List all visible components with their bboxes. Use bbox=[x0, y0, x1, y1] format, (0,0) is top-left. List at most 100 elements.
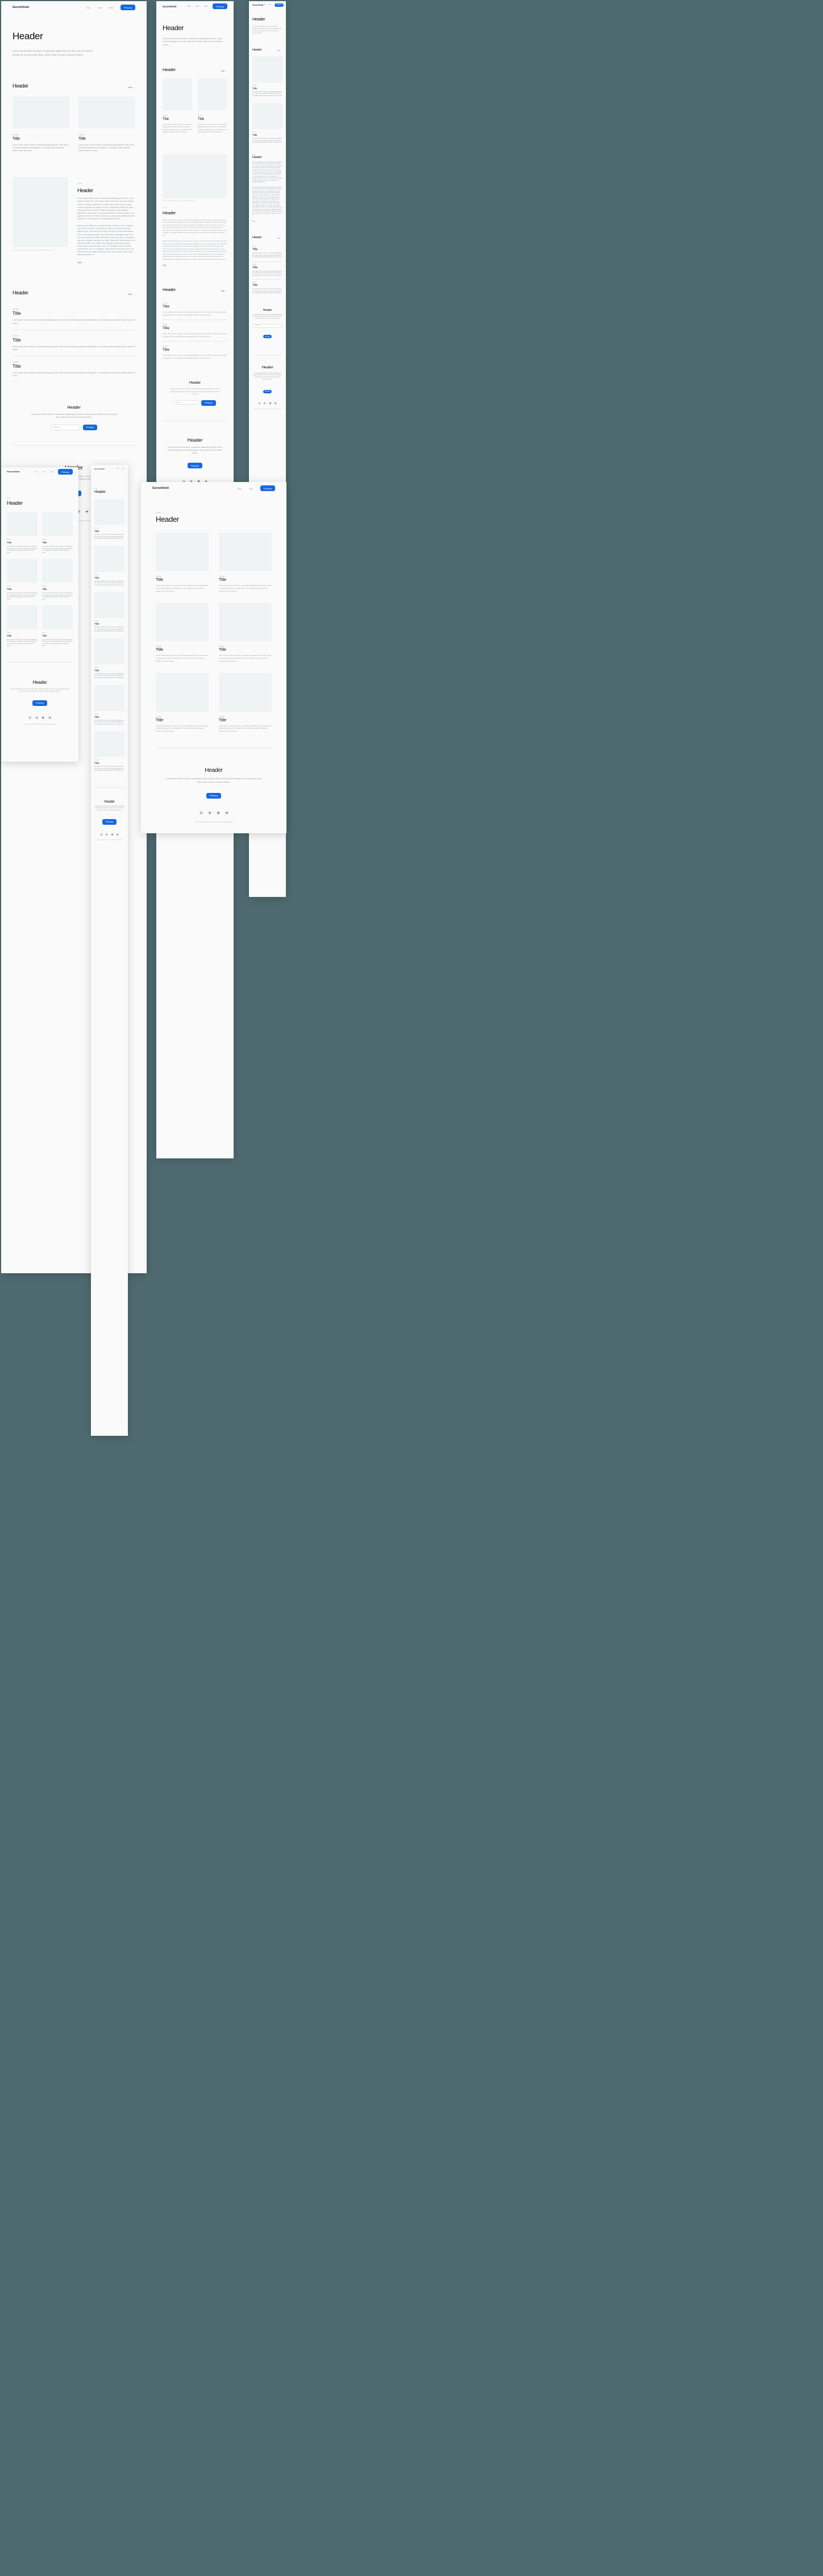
cta-button[interactable]: Primary bbox=[263, 389, 272, 393]
gallery-item[interactable]: Details Title Lorem ipsum dolor sit amet, … bbox=[94, 638, 124, 680]
cards-section-link-label: Text bbox=[128, 86, 132, 89]
nav-link-2[interactable]: Nav bbox=[43, 471, 46, 473]
brand-logo[interactable]: Gorzeliński bbox=[163, 5, 177, 8]
newsletter-submit-button[interactable]: Primary bbox=[201, 400, 216, 406]
list-section-link[interactable]: Text → bbox=[128, 293, 135, 296]
gallery-item[interactable]: Details Title Lorem ipsum dolor sit amet, … bbox=[42, 512, 73, 554]
newsletter-input[interactable]: Subtext bbox=[174, 400, 199, 405]
list-item[interactable]: Details Title Lorem ipsum dolor sit amet… bbox=[13, 304, 135, 329]
card-item[interactable]: Details Title Lorem ipsum dolor sit amet… bbox=[198, 78, 227, 134]
brand-logo[interactable]: Gorzeliński bbox=[152, 487, 169, 490]
gallery-item[interactable]: Details Title Lorem ipsum dolor sit amet, … bbox=[94, 731, 124, 772]
youtube-icon[interactable] bbox=[116, 833, 119, 836]
list-item[interactable]: Details Title Lorem ipsum dolor sit amet… bbox=[163, 298, 227, 319]
instagram-icon[interactable] bbox=[198, 811, 203, 816]
newsletter-input[interactable]: Subtext bbox=[252, 323, 282, 328]
card-item[interactable]: Details Title Lorem ipsum dolor sit amet… bbox=[163, 78, 192, 134]
gallery-item[interactable]: Details Title Lorem ipsum dolor sit amet, … bbox=[94, 545, 124, 587]
pinterest-icon[interactable] bbox=[215, 811, 221, 816]
gallery-item[interactable]: Details Title Lorem ipsum dolor sit amet, … bbox=[156, 672, 209, 733]
brand-logo[interactable]: Gorzeliński bbox=[252, 4, 263, 6]
instagram-icon[interactable] bbox=[257, 402, 261, 405]
cards-section-link[interactable]: Text → bbox=[128, 86, 135, 89]
nav-link-3[interactable]: Nav bbox=[204, 5, 207, 7]
nav-link-2[interactable]: Nav bbox=[98, 6, 102, 9]
cta-button[interactable]: Primary bbox=[206, 792, 221, 799]
nav-link-1[interactable]: Nav bbox=[86, 6, 90, 9]
gallery-item[interactable]: Details Title Lorem ipsum dolor sit amet, … bbox=[94, 499, 124, 541]
gallery-item[interactable]: Details Title Lorem ipsum dolor sit amet, … bbox=[7, 512, 38, 554]
feature-link[interactable]: Text → bbox=[77, 261, 135, 264]
list-item[interactable]: Details Title Lorem ipsum dolor sit amet… bbox=[163, 342, 227, 363]
gallery-item[interactable]: Details Title Lorem ipsum dolor sit amet, … bbox=[156, 603, 209, 662]
card-item[interactable]: Details Title Lorem ipsum dolor sit amet… bbox=[252, 56, 282, 98]
instagram-icon[interactable] bbox=[99, 833, 103, 836]
card-item[interactable]: Details Title Lorem ipsum dolor sit amet… bbox=[13, 97, 69, 152]
nav-link-2[interactable]: Nav bbox=[249, 487, 253, 490]
youtube-icon[interactable] bbox=[84, 509, 89, 514]
nav-cta-button[interactable]: Primary bbox=[213, 3, 227, 9]
nav-link-2[interactable]: Nav bbox=[122, 468, 124, 470]
cards-section-link[interactable]: Text → bbox=[221, 70, 227, 72]
pinterest-icon[interactable] bbox=[268, 402, 272, 405]
youtube-icon[interactable] bbox=[274, 402, 277, 405]
gallery-item[interactable]: Details Title Lorem ipsum dolor sit amet, … bbox=[156, 533, 209, 592]
nav-link-1[interactable]: Nav bbox=[35, 471, 38, 473]
gallery-item[interactable]: Details Title Lorem ipsum dolor sit amet, … bbox=[219, 603, 272, 662]
list-item[interactable]: Details Title Lorem ipsum dolor sit amet… bbox=[252, 280, 282, 297]
nav-cta-button[interactable]: Primary bbox=[260, 485, 275, 491]
twitter-icon[interactable] bbox=[105, 833, 109, 836]
list-item[interactable]: Details Title Lorem ipsum dolor sit amet… bbox=[252, 262, 282, 280]
youtube-icon[interactable] bbox=[48, 716, 52, 720]
list-section-link[interactable]: Text → bbox=[277, 238, 282, 239]
nav-link-1[interactable]: Nav bbox=[263, 4, 266, 6]
gallery-item[interactable]: Details Title Lorem ipsum dolor sit amet, … bbox=[42, 605, 73, 647]
youtube-icon[interactable] bbox=[224, 811, 229, 816]
cta-button[interactable]: Primary bbox=[102, 818, 117, 825]
nav-link-2[interactable]: Nav bbox=[269, 4, 272, 6]
brand-logo[interactable]: Gorzeliński bbox=[94, 468, 105, 470]
card-item[interactable]: Details Title Lorem ipsum dolor sit amet… bbox=[252, 103, 282, 144]
list-item[interactable]: Details Title Lorem ipsum dolor sit amet… bbox=[252, 244, 282, 261]
gallery-item[interactable]: Details Title Lorem ipsum dolor sit amet, … bbox=[219, 533, 272, 592]
cta-button[interactable]: Primary bbox=[188, 463, 202, 469]
brand-logo[interactable]: Gorzeliński bbox=[13, 6, 29, 9]
nav-link-3[interactable]: Nav bbox=[109, 6, 113, 9]
gallery-eyebrow: Label bbox=[156, 512, 161, 514]
nav-link-1[interactable]: Nav bbox=[238, 487, 242, 490]
newsletter-input[interactable]: Subtext bbox=[50, 424, 80, 430]
brand-logo[interactable]: Gorzeliński bbox=[7, 471, 20, 473]
nav-link-1[interactable]: Nav bbox=[117, 468, 119, 470]
feature-link[interactable]: Text → bbox=[252, 221, 282, 222]
gallery-item-title: Title bbox=[94, 622, 99, 626]
gallery-item[interactable]: Details Title Lorem ipsum dolor sit amet, … bbox=[7, 558, 38, 601]
cards-section-heading: Header bbox=[163, 67, 176, 73]
gallery-item[interactable]: Details Title Lorem ipsum dolor sit amet, … bbox=[7, 605, 38, 647]
list-item[interactable]: Details Title Lorem ipsum dolor sit amet… bbox=[163, 320, 227, 341]
gallery-item[interactable]: Details Title Lorem ipsum dolor sit amet, … bbox=[42, 558, 73, 601]
nav-link-2[interactable]: Nav bbox=[196, 5, 199, 7]
newsletter-submit-button[interactable]: Primary bbox=[263, 335, 272, 339]
newsletter-submit-button[interactable]: Primary bbox=[82, 424, 98, 430]
nav-cta-button[interactable]: Primary bbox=[274, 3, 284, 7]
list-item[interactable]: Details Title Lorem ipsum dolor sit amet… bbox=[13, 356, 135, 382]
nav-link-3[interactable]: Nav bbox=[51, 471, 53, 473]
card-item[interactable]: Details Title Lorem ipsum dolor sit amet… bbox=[78, 97, 135, 152]
nav-cta-button[interactable]: Primary bbox=[58, 469, 73, 475]
feature-link[interactable]: Text → bbox=[163, 264, 227, 267]
pinterest-icon[interactable] bbox=[41, 716, 45, 720]
list-item[interactable]: Details Title Lorem ipsum dolor sit amet… bbox=[13, 330, 135, 356]
instagram-icon[interactable] bbox=[28, 716, 32, 720]
list-section-link[interactable]: Text → bbox=[221, 290, 227, 292]
twitter-icon[interactable] bbox=[35, 716, 39, 720]
twitter-icon[interactable] bbox=[263, 402, 267, 405]
cards-section-link[interactable]: Text → bbox=[277, 50, 282, 52]
twitter-icon[interactable] bbox=[207, 811, 212, 816]
pinterest-icon[interactable] bbox=[110, 833, 114, 836]
gallery-item[interactable]: Details Title Lorem ipsum dolor sit amet, … bbox=[94, 592, 124, 633]
gallery-item[interactable]: Details Title Lorem ipsum dolor sit amet, … bbox=[94, 684, 124, 726]
gallery-item[interactable]: Details Title Lorem ipsum dolor sit amet, … bbox=[219, 672, 272, 733]
nav-link-1[interactable]: Nav bbox=[187, 5, 190, 7]
cta-button[interactable]: Primary bbox=[32, 700, 47, 706]
nav-cta-button[interactable]: Primary bbox=[120, 5, 135, 10]
